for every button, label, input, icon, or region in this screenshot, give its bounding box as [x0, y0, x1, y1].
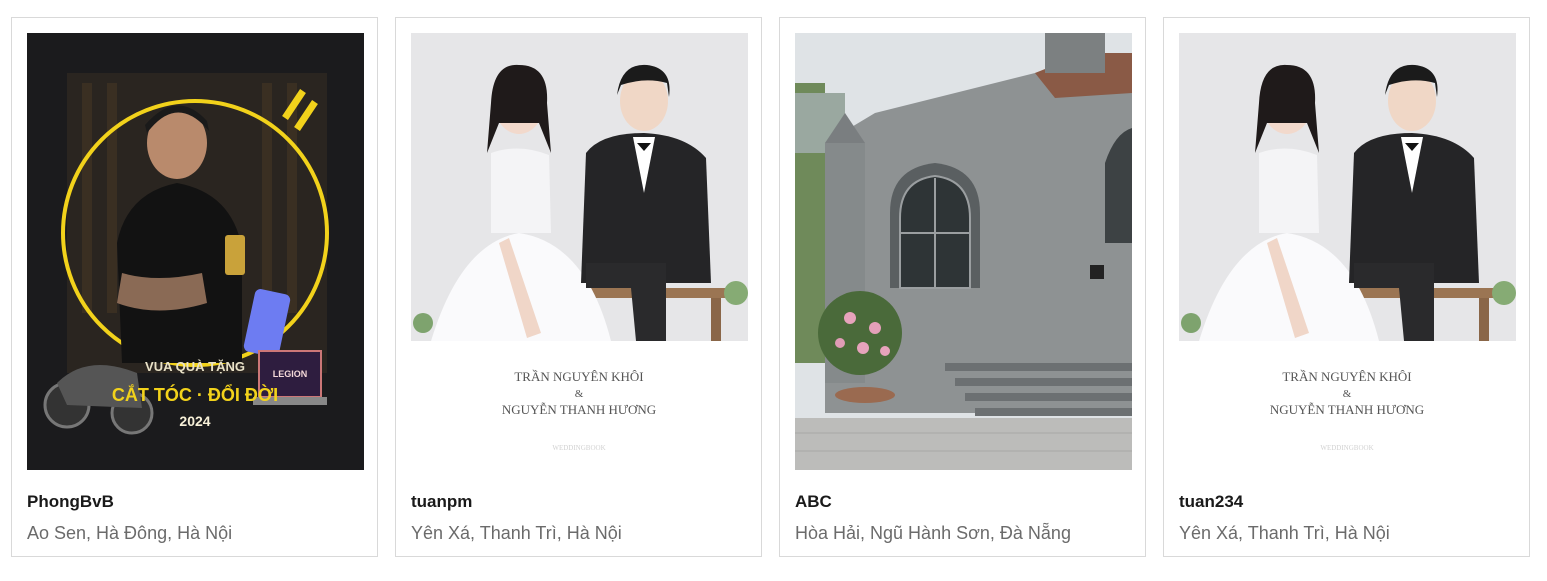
- ampersand: &: [575, 388, 584, 400]
- poster-year: 2024: [179, 413, 210, 429]
- brand-watermark: WEDDINGBOOK: [1320, 444, 1373, 452]
- listing-card[interactable]: TRẦN NGUYÊN KHÔI & NGUYỄN THANH HƯƠNG WE…: [395, 17, 762, 557]
- couple-name-1: TRẦN NGUYÊN KHÔI: [514, 369, 643, 384]
- listing-card[interactable]: LEGION VUA QUÀ TẶNG CẮT TÓC · ĐỔI ĐỜI 20…: [11, 17, 378, 557]
- listing-card[interactable]: ABC Hòa Hải, Ngũ Hành Sơn, Đà Nẵng: [779, 17, 1146, 557]
- couple-name-2: NGUYỄN THANH HƯƠNG: [1270, 402, 1424, 417]
- listing-card[interactable]: TRẦN NGUYÊN KHÔI & NGUYỄN THANH HƯƠNG WE…: [1163, 17, 1530, 557]
- card-title[interactable]: tuan234: [1179, 492, 1243, 512]
- card-address: Yên Xá, Thanh Trì, Hà Nội: [1179, 523, 1390, 543]
- card-photo[interactable]: [795, 33, 1132, 470]
- laptop-label: LEGION: [273, 369, 308, 379]
- brand-watermark: WEDDINGBOOK: [552, 444, 605, 452]
- church-photo: [795, 33, 1132, 470]
- card-title[interactable]: tuanpm: [411, 492, 472, 512]
- card-address: Ao Sen, Hà Đông, Hà Nội: [27, 523, 233, 543]
- card-photo[interactable]: LEGION VUA QUÀ TẶNG CẮT TÓC · ĐỔI ĐỜI 20…: [27, 33, 364, 470]
- couple-name-2: NGUYỄN THANH HƯƠNG: [502, 402, 656, 417]
- poster-image: LEGION VUA QUÀ TẶNG CẮT TÓC · ĐỔI ĐỜI 20…: [27, 33, 364, 470]
- card-photo[interactable]: TRẦN NGUYÊN KHÔI & NGUYỄN THANH HƯƠNG WE…: [411, 33, 748, 470]
- card-title[interactable]: ABC: [795, 492, 832, 512]
- wedding-photo: TRẦN NGUYÊN KHÔI & NGUYỄN THANH HƯƠNG WE…: [1179, 33, 1516, 470]
- listing-grid: LEGION VUA QUÀ TẶNG CẮT TÓC · ĐỔI ĐỜI 20…: [0, 0, 1547, 581]
- ampersand: &: [1343, 388, 1352, 400]
- card-photo[interactable]: TRẦN NGUYÊN KHÔI & NGUYỄN THANH HƯƠNG WE…: [1179, 33, 1516, 470]
- couple-name-1: TRẦN NGUYÊN KHÔI: [1282, 369, 1411, 384]
- card-title[interactable]: PhongBvB: [27, 492, 114, 512]
- wedding-photo: TRẦN NGUYÊN KHÔI & NGUYỄN THANH HƯƠNG WE…: [411, 33, 748, 470]
- poster-title: VUA QUÀ TẶNG: [145, 359, 245, 374]
- poster-subtitle: CẮT TÓC · ĐỔI ĐỜI: [112, 384, 278, 405]
- card-address: Yên Xá, Thanh Trì, Hà Nội: [411, 523, 622, 543]
- card-address: Hòa Hải, Ngũ Hành Sơn, Đà Nẵng: [795, 523, 1071, 543]
